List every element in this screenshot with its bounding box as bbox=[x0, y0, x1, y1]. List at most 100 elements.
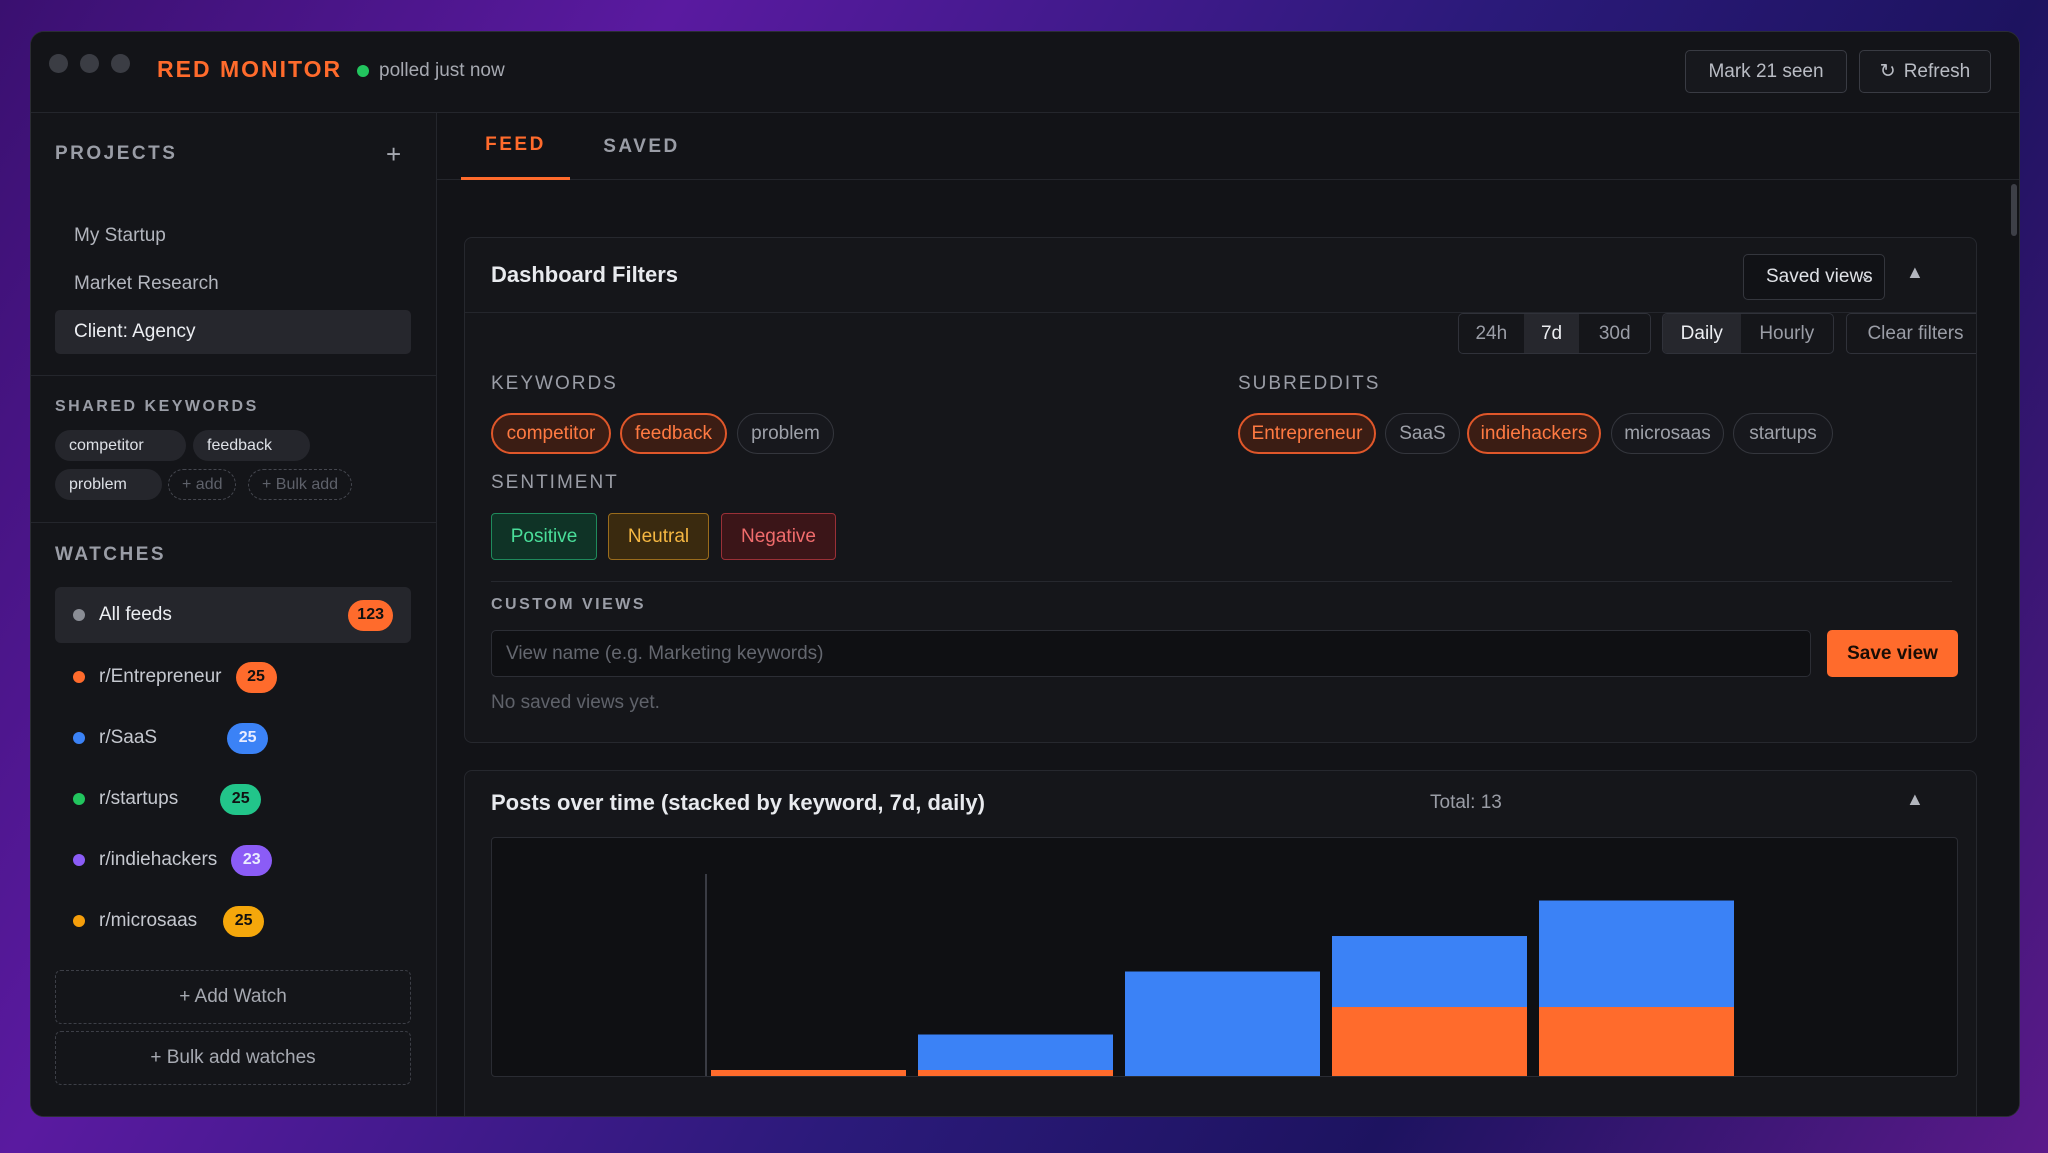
saved-views-select[interactable]: Saved views ⌄ bbox=[1743, 254, 1885, 300]
app-title: RED MONITOR bbox=[157, 56, 343, 82]
main-scrollbar[interactable] bbox=[2009, 180, 2019, 240]
range-24h-button[interactable]: 24h bbox=[1459, 314, 1524, 353]
time-range-toggle: 24h 7d 30d bbox=[1458, 313, 1651, 354]
sentiment-filter-neutral[interactable]: Neutral bbox=[608, 513, 709, 560]
watch-count-badge: 25 bbox=[227, 722, 269, 754]
titlebar: RED MONITOR polled just now Mark 21 seen… bbox=[31, 32, 2019, 113]
sidebar-divider bbox=[31, 522, 437, 523]
subreddit-filter-saas[interactable]: SaaS bbox=[1385, 413, 1460, 454]
watch-count-badge: 23 bbox=[231, 844, 273, 876]
watch-item-indiehackers[interactable]: r/indiehackers 23 bbox=[55, 832, 411, 888]
watch-label: r/indiehackers bbox=[99, 849, 218, 870]
refresh-button[interactable]: ↻ Refresh bbox=[1859, 50, 1991, 93]
chart-bar-segment[interactable] bbox=[1125, 971, 1320, 1077]
watch-dot-icon bbox=[73, 732, 85, 744]
clear-filters-label: Clear filters bbox=[1867, 322, 1964, 344]
chevron-down-icon: ⌄ bbox=[1859, 267, 1872, 284]
watch-item-entrepreneur[interactable]: r/Entrepreneur 25 bbox=[55, 649, 411, 705]
shared-keyword-chip[interactable]: competitor bbox=[55, 430, 186, 461]
watch-dot-icon bbox=[73, 793, 85, 805]
watch-count-badge: 25 bbox=[223, 905, 265, 937]
close-window-button[interactable] bbox=[49, 54, 68, 73]
sentiment-filter-negative[interactable]: Negative bbox=[721, 513, 836, 560]
posts-chart-card: Posts over time (stacked by keyword, 7d,… bbox=[464, 770, 1977, 1116]
add-keyword-button[interactable]: + add bbox=[168, 469, 237, 500]
granularity-daily-button[interactable]: Daily bbox=[1663, 314, 1741, 353]
tab-feed[interactable]: FEED bbox=[461, 113, 570, 180]
mark-seen-label: Mark 21 seen bbox=[1708, 60, 1824, 82]
maximize-window-button[interactable] bbox=[111, 54, 130, 73]
custom-views-label: CUSTOM VIEWS bbox=[491, 596, 647, 613]
bulk-add-keywords-button[interactable]: + Bulk add bbox=[248, 469, 353, 500]
chart-bar-segment[interactable] bbox=[1539, 900, 1734, 1008]
chart-bar-segment[interactable] bbox=[918, 1070, 1113, 1077]
sentiment-filter-positive[interactable]: Positive bbox=[491, 513, 597, 560]
chart-bar-segment[interactable] bbox=[918, 1034, 1113, 1070]
watch-count-badge: 25 bbox=[235, 661, 277, 693]
scrollbar-thumb[interactable] bbox=[2011, 184, 2017, 236]
range-30d-button[interactable]: 30d bbox=[1579, 314, 1650, 353]
refresh-label: Refresh bbox=[1903, 60, 1971, 82]
chart-bar-segment[interactable] bbox=[1332, 936, 1527, 1008]
granularity-hourly-button[interactable]: Hourly bbox=[1741, 314, 1833, 353]
add-watch-button[interactable]: + Add Watch bbox=[55, 970, 411, 1024]
view-name-placeholder: View name (e.g. Marketing keywords) bbox=[506, 642, 824, 664]
project-item-market-research[interactable]: Market Research bbox=[55, 262, 411, 306]
collapse-filters-icon[interactable]: ▲ bbox=[1906, 262, 1924, 283]
keyword-filter-competitor[interactable]: competitor bbox=[491, 413, 611, 454]
subreddit-filter-startups[interactable]: startups bbox=[1733, 413, 1833, 454]
collapse-chart-icon[interactable]: ▲ bbox=[1906, 789, 1924, 810]
saved-views-label: Saved views bbox=[1766, 266, 1873, 287]
chart-title: Posts over time (stacked by keyword, 7d,… bbox=[491, 790, 985, 815]
shared-keywords-title: SHARED KEYWORDS bbox=[55, 398, 259, 415]
watch-count-badge: 123 bbox=[348, 599, 393, 631]
filters-header: Dashboard Filters Saved views ⌄ ▲ bbox=[465, 238, 1976, 313]
subreddit-filter-microsaas[interactable]: microsaas bbox=[1611, 413, 1724, 454]
watch-item-microsaas[interactable]: r/microsaas 25 bbox=[55, 893, 411, 949]
refresh-icon: ↻ bbox=[1879, 61, 1896, 82]
save-view-button[interactable]: Save view bbox=[1827, 630, 1958, 677]
filters-divider bbox=[491, 581, 1952, 582]
sidebar: PROJECTS + My Startup Market Research Cl… bbox=[31, 113, 437, 1116]
watch-label: r/Entrepreneur bbox=[99, 666, 222, 687]
mark-seen-button[interactable]: Mark 21 seen bbox=[1685, 50, 1847, 93]
dashboard-filters-card: Dashboard Filters Saved views ⌄ ▲ 24h 7d… bbox=[464, 237, 1977, 743]
app-window: RED MONITOR polled just now Mark 21 seen… bbox=[30, 31, 2020, 1117]
watch-dot-icon bbox=[73, 854, 85, 866]
watch-item-saas[interactable]: r/SaaS 25 bbox=[55, 710, 411, 766]
view-name-input[interactable]: View name (e.g. Marketing keywords) bbox=[491, 630, 1811, 677]
poll-status: polled just now bbox=[357, 60, 505, 82]
watch-item-startups[interactable]: r/startups 25 bbox=[55, 771, 411, 827]
minimize-window-button[interactable] bbox=[80, 54, 99, 73]
project-item-my-startup[interactable]: My Startup bbox=[55, 214, 411, 258]
keyword-filter-feedback[interactable]: feedback bbox=[620, 413, 727, 454]
tab-saved[interactable]: SAVED bbox=[582, 113, 701, 180]
projects-title: PROJECTS bbox=[55, 143, 178, 164]
watch-label: All feeds bbox=[99, 604, 172, 625]
shared-keyword-chip[interactable]: problem bbox=[55, 469, 162, 500]
watch-item-all-feeds[interactable]: All feeds 123 bbox=[55, 587, 411, 643]
subreddit-filter-indiehackers[interactable]: indiehackers bbox=[1467, 413, 1601, 454]
subreddit-filter-entrepreneur[interactable]: Entrepreneur bbox=[1238, 413, 1376, 454]
watch-label: r/microsaas bbox=[99, 910, 198, 931]
clear-filters-button[interactable]: Clear filters bbox=[1846, 313, 1976, 354]
no-saved-views-text: No saved views yet. bbox=[491, 692, 660, 713]
watch-label: r/startups bbox=[99, 788, 179, 809]
chart-total: Total: 13 bbox=[1430, 792, 1502, 813]
range-7d-button[interactable]: 7d bbox=[1523, 314, 1580, 353]
bulk-add-watches-button[interactable]: + Bulk add watches bbox=[55, 1031, 411, 1085]
tab-bar: FEED SAVED bbox=[437, 113, 2019, 180]
chart-bar-segment[interactable] bbox=[1332, 1007, 1527, 1077]
keywords-label: KEYWORDS bbox=[491, 373, 618, 394]
subreddits-label: SUBREDDITS bbox=[1238, 373, 1381, 394]
shared-keyword-chip[interactable]: feedback bbox=[193, 430, 310, 461]
watch-dot-icon bbox=[73, 915, 85, 927]
project-label: Client: Agency bbox=[74, 321, 196, 342]
add-project-icon[interactable]: + bbox=[386, 139, 401, 170]
project-item-client-agency[interactable]: Client: Agency bbox=[55, 310, 411, 354]
keyword-filter-problem[interactable]: problem bbox=[737, 413, 834, 454]
chart-bar-segment[interactable] bbox=[1539, 1007, 1734, 1077]
main-panel: FEED SAVED Dashboard Filters Saved views… bbox=[437, 113, 2019, 1116]
watch-dot-icon bbox=[73, 671, 85, 683]
chart-bar-segment[interactable] bbox=[711, 1070, 906, 1077]
